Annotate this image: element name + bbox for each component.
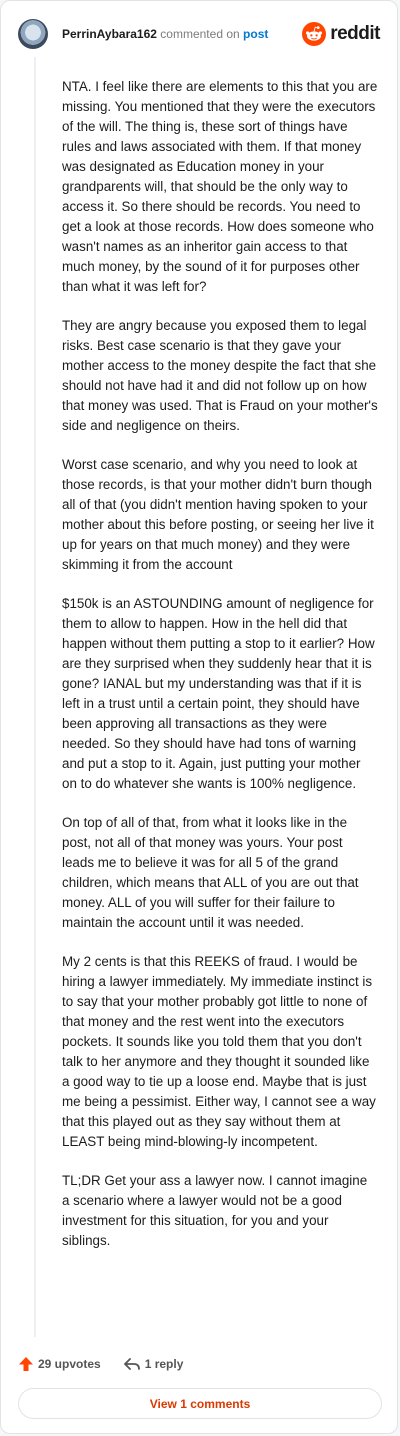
reddit-brand[interactable]: reddit — [302, 22, 380, 46]
comment-action-text: commented on — [160, 27, 240, 41]
reply-button[interactable]: 1 reply — [123, 1357, 184, 1371]
comment-actions: 29 upvotes 1 reply — [18, 1354, 183, 1374]
comment-paragraph: NTA. I feel like there are elements to t… — [62, 79, 378, 294]
comment-paragraph: TL;DR Get your ass a lawyer now. I canno… — [62, 1173, 368, 1248]
comment-paragraph: They are angry because you exposed them … — [62, 318, 378, 433]
upvote-count: 29 upvotes — [38, 1357, 101, 1371]
comment-paragraph: My 2 cents is that this REEKS of fraud. … — [62, 954, 376, 1149]
reply-count: 1 reply — [144, 1357, 184, 1371]
comment-paragraph: $150k is an ASTOUNDING amount of neglige… — [62, 596, 375, 791]
reddit-wordmark: reddit — [330, 23, 380, 44]
upvote-arrow-icon[interactable] — [18, 1356, 34, 1372]
view-comments-button[interactable]: View 1 comments — [18, 1388, 382, 1419]
comment-paragraph: On top of all of that, from what it look… — [62, 815, 359, 930]
avatar[interactable] — [18, 19, 48, 49]
reddit-logo-icon — [302, 22, 327, 46]
thread-line[interactable] — [34, 57, 36, 1337]
comment-header: PerrinAybara162 commented on post reddit — [18, 17, 380, 51]
post-link[interactable]: post — [243, 27, 268, 41]
comment-body: NTA. I feel like there are elements to t… — [62, 77, 378, 1270]
comment-meta: PerrinAybara162 commented on post — [62, 27, 268, 41]
comment-paragraph: Worst case scenario, and why you need to… — [62, 457, 374, 572]
comment-card: PerrinAybara162 commented on post reddit… — [0, 0, 398, 1434]
reply-arrow-icon — [123, 1358, 140, 1370]
username-link[interactable]: PerrinAybara162 — [62, 27, 157, 41]
